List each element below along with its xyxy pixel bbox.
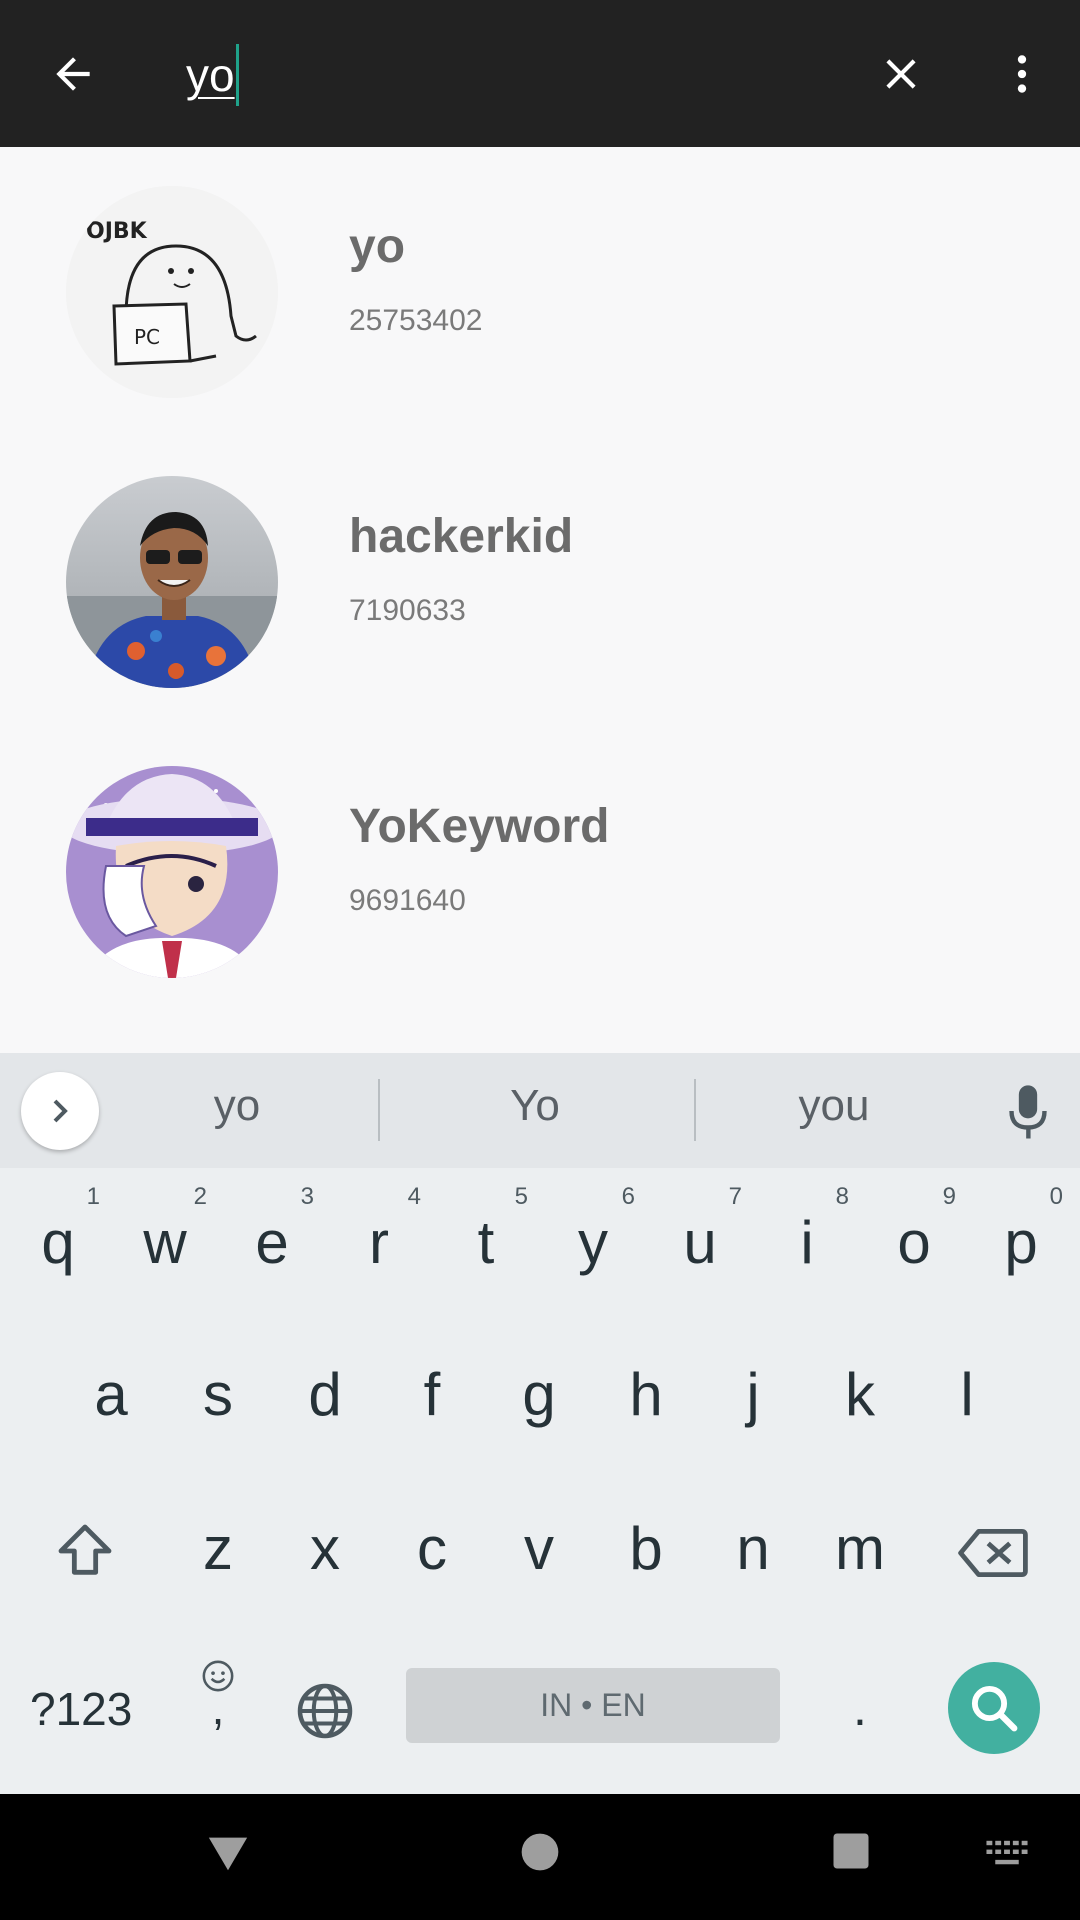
backspace-icon (958, 1528, 1028, 1577)
svg-text:PC: PC (134, 325, 160, 349)
key-m[interactable]: m (810, 1489, 910, 1609)
svg-text:OJBK: OJBK (86, 219, 148, 244)
list-item[interactable]: YoKeyword 9691640 (0, 727, 1080, 1017)
nav-back-button[interactable] (205, 1830, 251, 1881)
key-w[interactable]: w2 (115, 1183, 215, 1303)
suggestion-3[interactable]: you (709, 1081, 959, 1131)
search-toolbar: yo (0, 0, 1080, 147)
triangle-down-icon (208, 1837, 248, 1871)
arrow-left-icon (56, 57, 90, 91)
result-name: YoKeyword (349, 800, 610, 853)
key-u[interactable]: u7 (650, 1183, 750, 1303)
close-icon (886, 59, 916, 89)
period-key[interactable]: . (810, 1659, 910, 1759)
key-e[interactable]: e3 (222, 1183, 322, 1303)
result-id: 9691640 (349, 884, 466, 917)
key-q[interactable]: q1 (8, 1183, 108, 1303)
clear-search-button[interactable] (858, 31, 944, 117)
language-key[interactable] (275, 1659, 375, 1759)
nav-home-button[interactable] (518, 1830, 562, 1879)
list-item[interactable]: hackerkid 7190633 (0, 437, 1080, 727)
key-n[interactable]: n (703, 1489, 803, 1609)
chevron-right-icon (53, 1099, 68, 1123)
key-l[interactable]: l (917, 1335, 1017, 1455)
key-h[interactable]: h (596, 1335, 696, 1455)
keyboard-switch-button[interactable] (985, 1839, 1029, 1874)
search-icon (971, 1685, 1018, 1732)
key-d[interactable]: d (275, 1335, 375, 1455)
more-vertical-icon (1017, 55, 1027, 93)
text-caret (235, 44, 239, 106)
suggestion-1[interactable]: yo (112, 1081, 362, 1131)
square-icon (833, 1833, 869, 1869)
key-c[interactable]: c (382, 1489, 482, 1609)
expand-suggestions-button[interactable] (21, 1072, 99, 1150)
key-f[interactable]: f (382, 1335, 482, 1455)
voice-input-button[interactable] (1000, 1081, 1056, 1141)
key-j[interactable]: j (703, 1335, 803, 1455)
key-k[interactable]: k (810, 1335, 910, 1455)
search-results-list: OJBK PC yo 25753402 hackerkid 7190633 Yo… (0, 147, 1080, 1053)
symbols-key[interactable]: ?123 (30, 1682, 132, 1736)
system-navigation-bar (0, 1794, 1080, 1920)
globe-icon (297, 1683, 353, 1739)
key-z[interactable]: z (168, 1489, 268, 1609)
avatar: OJBK PC (66, 186, 278, 398)
nav-recents-button[interactable] (830, 1830, 872, 1877)
comma-emoji-key[interactable]: , (168, 1659, 268, 1759)
key-y[interactable]: y6 (543, 1183, 643, 1303)
result-name: yo (349, 220, 406, 273)
key-p[interactable]: p0 (971, 1183, 1071, 1303)
key-x[interactable]: x (275, 1489, 375, 1609)
more-options-button[interactable] (979, 31, 1065, 117)
key-i[interactable]: i8 (757, 1183, 857, 1303)
circle-icon (521, 1833, 559, 1871)
key-o[interactable]: o9 (864, 1183, 964, 1303)
suggestion-2[interactable]: Yo (410, 1081, 660, 1131)
search-query: yo (186, 49, 235, 101)
soft-keyboard: yo Yo you q1 w2 e3 r4 t5 y6 u7 i8 o9 p0 … (0, 1053, 1080, 1794)
search-action-key[interactable] (948, 1662, 1040, 1754)
list-item[interactable]: OJBK PC yo 25753402 (0, 147, 1080, 437)
back-button[interactable] (30, 31, 116, 117)
microphone-icon (1009, 1085, 1047, 1139)
key-a[interactable]: a (61, 1335, 161, 1455)
key-r[interactable]: r4 (329, 1183, 429, 1303)
shift-icon (58, 1524, 112, 1575)
shift-key[interactable] (35, 1489, 135, 1609)
result-id: 25753402 (349, 304, 483, 337)
key-t[interactable]: t5 (436, 1183, 536, 1303)
suggestion-strip: yo Yo you (0, 1053, 1080, 1168)
key-b[interactable]: b (596, 1489, 696, 1609)
space-key[interactable]: IN • EN (406, 1668, 780, 1743)
avatar (66, 476, 278, 688)
key-s[interactable]: s (168, 1335, 268, 1455)
backspace-key[interactable] (943, 1489, 1043, 1609)
avatar (66, 766, 278, 978)
suggestion-divider (378, 1079, 380, 1141)
key-g[interactable]: g (489, 1335, 589, 1455)
keyboard-icon (986, 1840, 1028, 1865)
result-name: hackerkid (349, 510, 574, 563)
search-input[interactable]: yo (186, 40, 726, 110)
suggestion-divider (694, 1079, 696, 1141)
key-v[interactable]: v (489, 1489, 589, 1609)
result-id: 7190633 (349, 594, 466, 627)
